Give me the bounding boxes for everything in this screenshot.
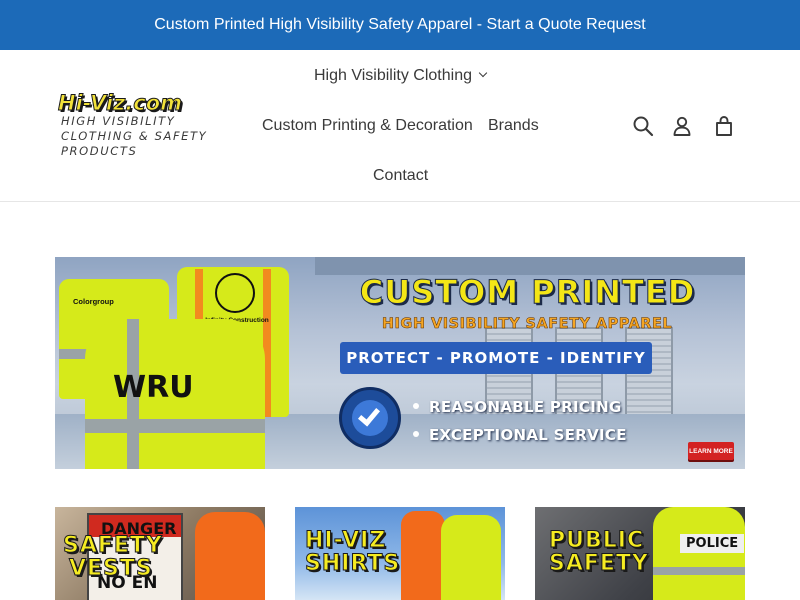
seal-inner <box>352 400 388 436</box>
logo-wordmark[interactable]: Hi-Viz.com <box>58 92 248 115</box>
category-tile-hi-viz-shirts[interactable]: HI-VIZ SHIRTS <box>295 507 505 600</box>
category-tile-public-safety[interactable]: POLICE PUBLIC SAFETY <box>535 507 745 600</box>
yellow-shirt <box>441 515 501 600</box>
shirt-logo-badge <box>215 273 255 313</box>
tile-label-line: SHIRTS <box>304 551 401 576</box>
tile-label-line: SAFETY <box>549 551 649 576</box>
category-tile-safety-vests[interactable]: DANGER NO EN SAFETY VESTS <box>55 507 265 600</box>
nav-contact[interactable]: Contact <box>373 167 428 185</box>
hero-bullet: EXCEPTIONAL SERVICE <box>413 421 627 449</box>
announcement-text[interactable]: Custom Printed High Visibility Safety Ap… <box>154 16 646 34</box>
hero-banner[interactable]: Colorgroup Infinity Construction WRU CUS… <box>55 257 745 469</box>
orange-shirt <box>401 511 445 600</box>
hero-bullet: REASONABLE PRICING <box>413 393 627 421</box>
tile-label-line: SAFETY <box>63 533 163 558</box>
bullet-text: REASONABLE PRICING <box>429 398 622 416</box>
nav-label: High Visibility Clothing <box>314 67 472 84</box>
reflective-stripe <box>653 567 745 575</box>
hero-subtitle: HIGH VISIBILITY SAFETY APPAREL <box>381 316 673 333</box>
site-header: Hi-Viz.com HIGH VISIBILITY CLOTHING & SA… <box>0 50 800 202</box>
announcement-bar[interactable]: Custom Printed High Visibility Safety Ap… <box>0 0 800 50</box>
reflective-stripe <box>85 419 265 433</box>
site-logo[interactable]: Hi-Viz.com HIGH VISIBILITY CLOTHING & SA… <box>58 92 248 159</box>
nav-high-visibility-clothing[interactable]: High Visibility Clothing <box>314 67 488 85</box>
police-vest <box>653 507 745 600</box>
police-badge: POLICE <box>680 534 745 553</box>
hero-title: CUSTOM PRINTED <box>359 273 696 312</box>
tile-label-line: VESTS <box>69 556 153 581</box>
bullet-dot <box>413 403 419 409</box>
cart-icon[interactable] <box>713 115 735 137</box>
bullet-text: EXCEPTIONAL SERVICE <box>429 426 627 444</box>
quality-guaranteed-seal <box>339 387 401 449</box>
hero-bullets: REASONABLE PRICING EXCEPTIONAL SERVICE <box>413 393 627 449</box>
check-icon <box>357 403 381 427</box>
nav-brands[interactable]: Brands <box>488 117 539 135</box>
bullet-dot <box>413 431 419 437</box>
hero-tagline-band: PROTECT - PROMOTE - IDENTIFY <box>340 342 652 374</box>
tile-label-line: HI-VIZ <box>304 528 387 553</box>
orange-vest <box>195 512 265 600</box>
account-icon[interactable] <box>671 115 693 137</box>
chevron-down-icon <box>478 68 488 78</box>
tile-label-line: PUBLIC <box>549 528 645 553</box>
tile-label: PUBLIC SAFETY <box>549 528 649 576</box>
tile-label: HI-VIZ SHIRTS <box>304 528 401 576</box>
learn-more-button[interactable]: LEARN MORE <box>688 442 734 460</box>
tile-label: SAFETY VESTS <box>63 533 163 581</box>
jacket-print-text: WRU <box>113 370 194 405</box>
nav-custom-printing[interactable]: Custom Printing & Decoration <box>262 117 473 135</box>
shirt-logo-colorgroup: Colorgroup <box>73 297 114 306</box>
logo-tagline: HIGH VISIBILITY CLOTHING & SAFETY PRODUC… <box>61 114 208 158</box>
search-icon[interactable] <box>632 115 654 137</box>
